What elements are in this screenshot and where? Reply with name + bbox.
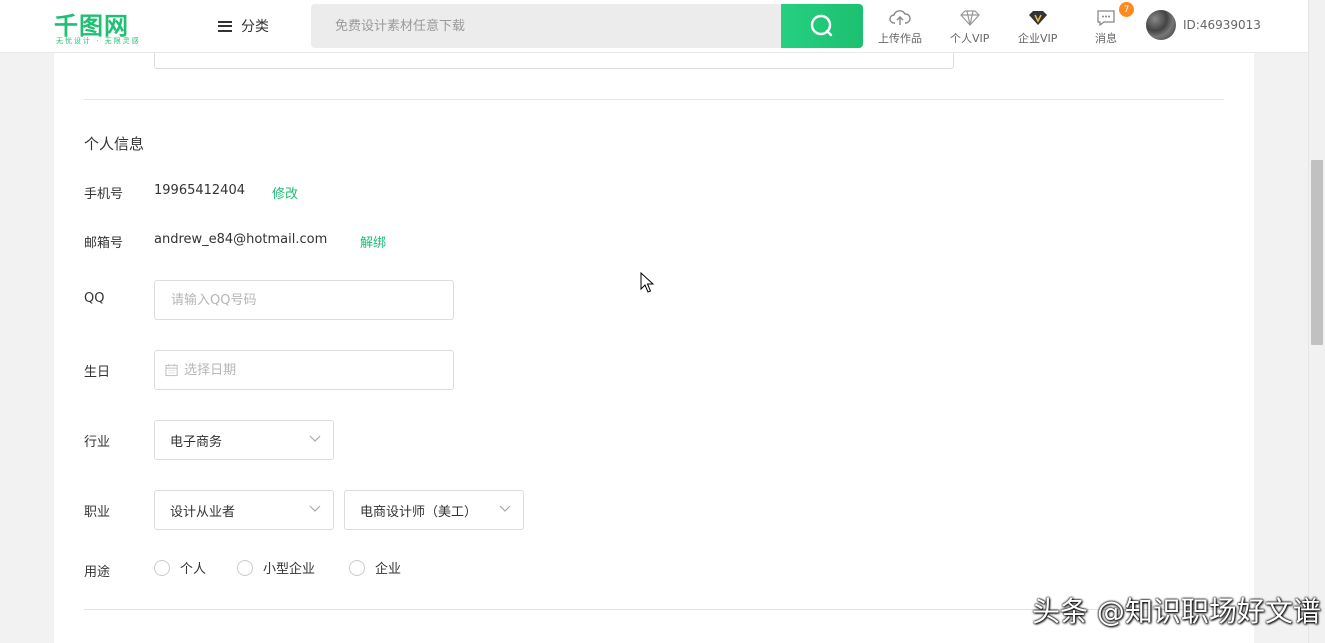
industry-label: 行业 — [84, 435, 111, 450]
unbind-email-link[interactable]: 解绑 — [360, 232, 386, 251]
site-logo[interactable]: 千图网 无忧设计 · 无限灵感 — [54, 6, 166, 46]
cloud-upload-icon — [878, 8, 922, 28]
watermark-text: 头条 @知识职场好文谱 — [1032, 595, 1321, 628]
email-value: andrew_e84@hotmail.com — [154, 232, 328, 247]
industry-selected: 电子商务 — [170, 434, 223, 450]
message-icon — [1095, 8, 1117, 28]
usage-label: 用途 — [84, 565, 111, 580]
usage-radio-personal[interactable]: 个人 — [154, 558, 206, 577]
divider-top — [84, 99, 1224, 100]
search-icon — [810, 14, 833, 37]
message-count-badge: 7 — [1119, 2, 1134, 17]
usage-option-label: 企业 — [375, 562, 402, 577]
chevron-down-icon — [309, 435, 321, 442]
user-avatar[interactable] — [1146, 10, 1176, 40]
industry-select[interactable]: 电子商务 — [154, 420, 334, 460]
phone-value: 19965412404 — [154, 183, 245, 198]
personal-vip-nav[interactable]: 个人VIP — [950, 8, 989, 46]
top-header: 千图网 无忧设计 · 无限灵感 分类 上传作品 个人VIP 企业VIP — [0, 0, 1308, 53]
usage-radio-small-business[interactable]: 小型企业 — [237, 558, 315, 577]
logo-slogan: 无忧设计 · 无限灵感 — [56, 37, 141, 45]
phone-label: 手机号 — [84, 187, 124, 202]
diamond-icon — [950, 8, 989, 28]
category-label: 分类 — [241, 19, 269, 35]
search-button[interactable] — [781, 4, 863, 48]
radio-circle — [154, 559, 170, 576]
usage-option-label: 个人 — [180, 562, 207, 577]
enterprise-diamond-icon — [1018, 8, 1057, 28]
upload-label: 上传作品 — [878, 32, 922, 45]
occupation-secondary-selected: 电商设计师（美工） — [360, 504, 478, 520]
chevron-down-icon — [499, 505, 511, 512]
personal-vip-label: 个人VIP — [950, 32, 990, 45]
messages-nav[interactable]: 消息 7 — [1095, 2, 1134, 46]
qq-field — [154, 280, 454, 320]
chevron-down-icon — [309, 505, 321, 512]
occupation-secondary-select[interactable]: 电商设计师（美工） — [344, 490, 524, 530]
radio-circle — [237, 559, 253, 576]
birthday-input[interactable] — [184, 351, 453, 389]
search-bar — [311, 4, 863, 48]
birthday-label: 生日 — [84, 365, 111, 380]
modify-phone-link[interactable]: 修改 — [272, 183, 298, 202]
mouse-cursor-icon — [640, 272, 654, 293]
occupation-primary-select[interactable]: 设计从业者 — [154, 490, 334, 530]
occupation-primary-selected: 设计从业者 — [170, 504, 236, 520]
scrollbar-thumb[interactable] — [1311, 160, 1323, 345]
category-menu-button[interactable]: 分类 — [218, 16, 269, 36]
birthday-field — [154, 350, 454, 390]
enterprise-vip-nav[interactable]: 企业VIP — [1018, 8, 1057, 46]
qq-label: QQ — [84, 291, 105, 306]
search-input[interactable] — [311, 4, 781, 48]
messages-label: 消息 — [1095, 32, 1117, 45]
radio-circle — [349, 559, 365, 576]
upload-nav[interactable]: 上传作品 — [878, 8, 922, 46]
settings-card: 个人信息 手机号 19965412404 修改 邮箱号 andrew_e84@h… — [54, 0, 1254, 643]
usage-option-label: 小型企业 — [263, 562, 316, 577]
page-scrollbar[interactable] — [1308, 0, 1325, 643]
qq-input[interactable] — [155, 281, 453, 319]
occupation-label: 职业 — [84, 505, 111, 520]
usage-radio-enterprise[interactable]: 企业 — [349, 558, 401, 577]
menu-icon — [218, 20, 232, 32]
section-title: 个人信息 — [84, 135, 145, 153]
user-id: ID:46939013 — [1183, 18, 1261, 32]
email-label: 邮箱号 — [84, 236, 124, 251]
enterprise-vip-label: 企业VIP — [1018, 32, 1058, 45]
calendar-icon — [165, 363, 178, 377]
